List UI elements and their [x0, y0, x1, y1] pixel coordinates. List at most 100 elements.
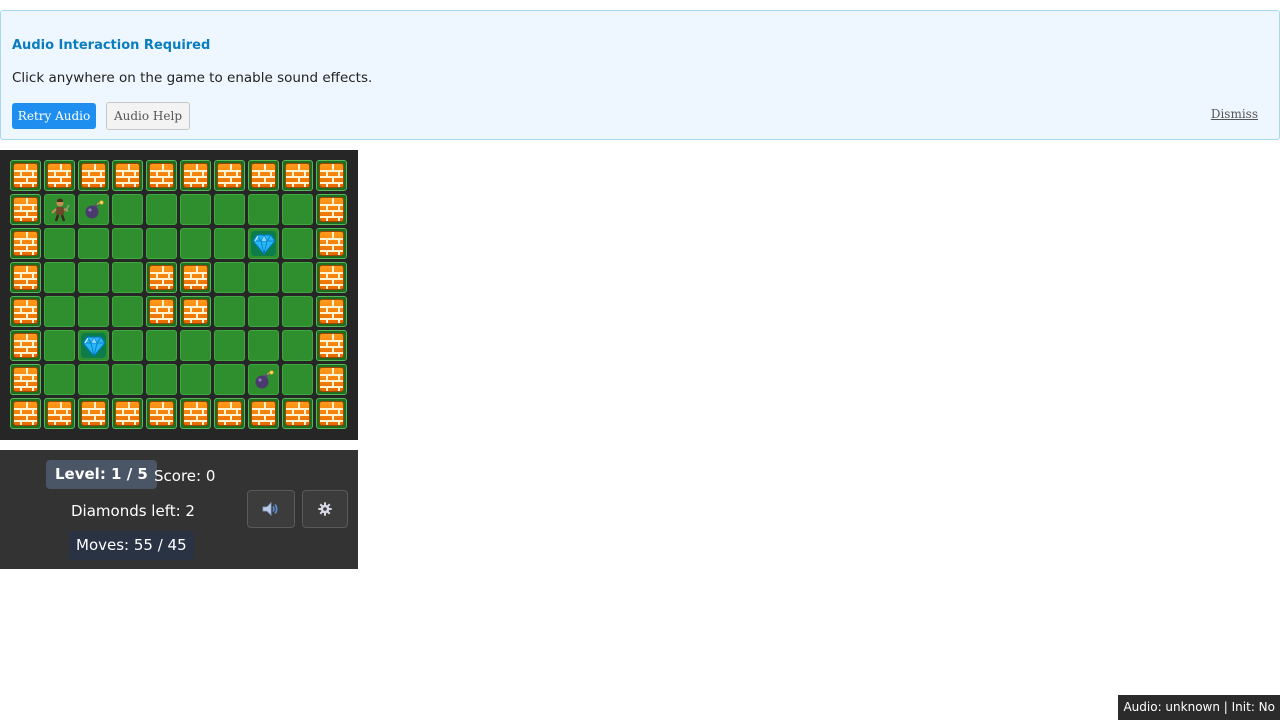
grass-tile — [112, 330, 143, 361]
brick-wall-icon — [115, 401, 140, 426]
level-indicator: Level: 1 / 5 — [46, 460, 157, 489]
wall-tile — [78, 160, 109, 191]
brick-wall-icon — [13, 163, 38, 188]
wall-tile — [10, 364, 41, 395]
brick-wall-icon — [13, 367, 38, 392]
wall-tile — [146, 160, 177, 191]
brick-wall-icon — [183, 401, 208, 426]
grass-tile — [248, 194, 279, 225]
diamonds-left-display: Diamonds left: 2 — [71, 502, 195, 520]
brick-wall-icon — [47, 163, 72, 188]
bomb-icon — [249, 365, 278, 394]
grass-tile — [112, 364, 143, 395]
brick-wall-icon — [319, 299, 344, 324]
grass-tile — [112, 262, 143, 293]
audio-help-button[interactable]: Audio Help — [106, 102, 190, 130]
grass-tile — [44, 364, 75, 395]
grass-tile — [78, 364, 109, 395]
brick-wall-icon — [183, 163, 208, 188]
diamond-icon — [79, 331, 108, 360]
wall-tile — [44, 160, 75, 191]
grass-tile — [112, 296, 143, 327]
wall-tile — [316, 194, 347, 225]
wall-tile — [112, 398, 143, 429]
brick-wall-icon — [13, 333, 38, 358]
wall-tile — [248, 160, 279, 191]
wall-tile — [44, 398, 75, 429]
wall-tile — [214, 160, 245, 191]
brick-wall-icon — [319, 401, 344, 426]
diamond-tile — [248, 228, 279, 259]
brick-wall-icon — [319, 265, 344, 290]
dismiss-button[interactable]: Dismiss — [1211, 107, 1258, 121]
diamond-icon — [249, 229, 278, 258]
game-board[interactable] — [0, 150, 358, 440]
brick-wall-icon — [13, 265, 38, 290]
brick-wall-icon — [149, 163, 174, 188]
retry-audio-button[interactable]: Retry Audio — [12, 103, 96, 129]
brick-wall-icon — [115, 163, 140, 188]
grass-tile — [282, 364, 313, 395]
settings-button[interactable] — [302, 490, 348, 528]
grass-tile — [146, 228, 177, 259]
wall-tile — [248, 398, 279, 429]
wall-tile — [10, 398, 41, 429]
bomb-icon — [79, 195, 108, 224]
grass-tile — [248, 296, 279, 327]
wall-tile — [180, 262, 211, 293]
grass-tile — [180, 228, 211, 259]
grass-tile — [214, 364, 245, 395]
grass-tile — [44, 228, 75, 259]
grass-tile — [214, 228, 245, 259]
brick-wall-icon — [13, 231, 38, 256]
wall-tile — [316, 398, 347, 429]
sound-toggle-button[interactable] — [247, 490, 295, 528]
brick-wall-icon — [13, 401, 38, 426]
brick-wall-icon — [149, 401, 174, 426]
audio-status-bar: Audio: unknown | Init: No — [1118, 695, 1280, 720]
grass-tile — [248, 262, 279, 293]
wall-tile — [10, 160, 41, 191]
bomb-tile — [248, 364, 279, 395]
grass-tile — [112, 194, 143, 225]
grass-tile — [214, 330, 245, 361]
grass-tile — [282, 296, 313, 327]
grass-tile — [146, 194, 177, 225]
brick-wall-icon — [149, 265, 174, 290]
grass-tile — [112, 228, 143, 259]
wall-tile — [282, 398, 313, 429]
audio-notice-banner: Audio Interaction Required Click anywher… — [0, 10, 1280, 140]
wall-tile — [180, 296, 211, 327]
wall-tile — [112, 160, 143, 191]
diamond-tile — [78, 330, 109, 361]
grass-tile — [282, 330, 313, 361]
wall-tile — [316, 364, 347, 395]
brick-wall-icon — [251, 163, 276, 188]
brick-wall-icon — [285, 163, 310, 188]
brick-wall-icon — [149, 299, 174, 324]
grass-tile — [214, 296, 245, 327]
brick-wall-icon — [183, 265, 208, 290]
wall-tile — [10, 228, 41, 259]
grass-tile — [282, 262, 313, 293]
brick-wall-icon — [319, 197, 344, 222]
moves-counter: Moves: 55 / 45 — [69, 531, 194, 560]
wall-tile — [282, 160, 313, 191]
wall-tile — [316, 330, 347, 361]
grass-tile — [78, 296, 109, 327]
brick-wall-icon — [285, 401, 310, 426]
grass-tile — [44, 330, 75, 361]
wall-tile — [78, 398, 109, 429]
brick-wall-icon — [13, 299, 38, 324]
brick-wall-icon — [319, 333, 344, 358]
gear-icon — [318, 502, 332, 516]
brick-wall-icon — [13, 197, 38, 222]
grass-tile — [180, 330, 211, 361]
wall-tile — [146, 398, 177, 429]
wall-tile — [10, 262, 41, 293]
wall-tile — [180, 160, 211, 191]
grass-tile — [44, 262, 75, 293]
grass-tile — [44, 296, 75, 327]
game-hud: Level: 1 / 5 Score: 0 Diamonds left: 2 M… — [0, 450, 358, 569]
grass-tile — [248, 330, 279, 361]
